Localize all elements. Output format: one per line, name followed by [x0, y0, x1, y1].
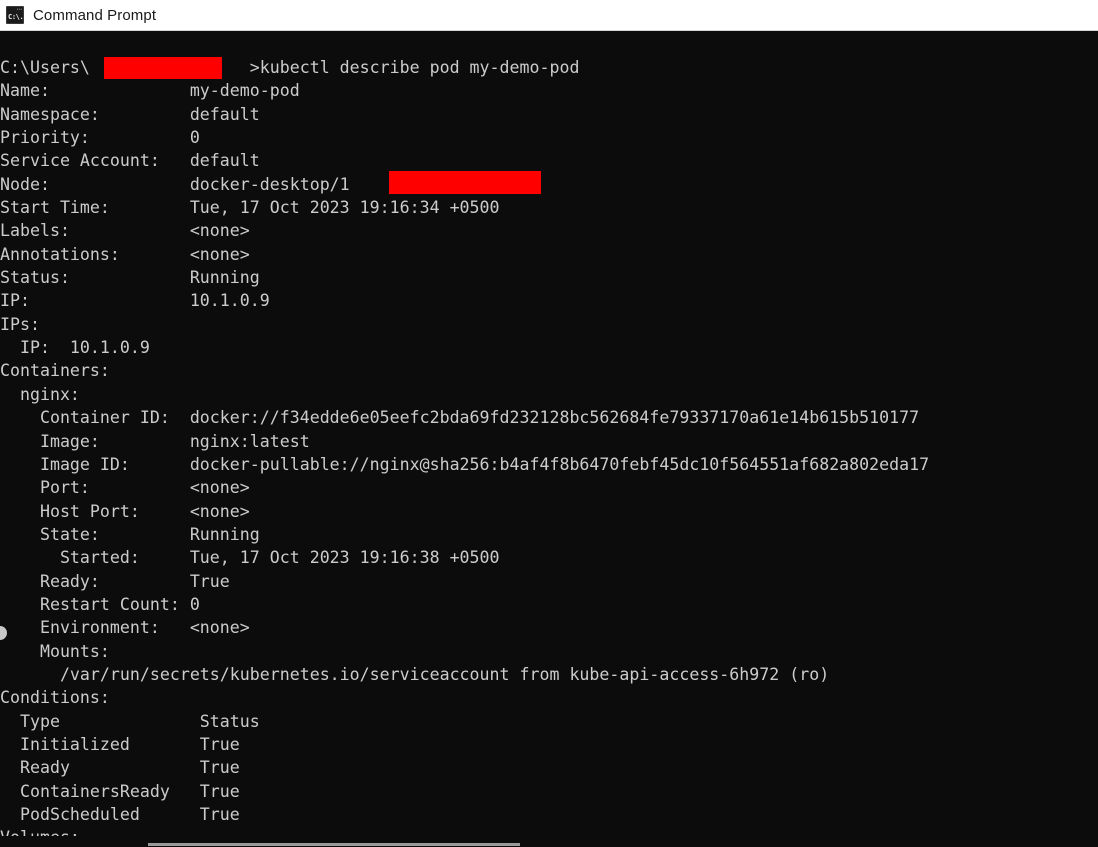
- console-line: IP: 10.1.0.9: [0, 291, 270, 311]
- console-line: Mounts:: [0, 641, 110, 661]
- redaction-box-username: [104, 57, 222, 79]
- horizontal-scrollbar-thumb[interactable]: [148, 843, 520, 846]
- console-line: Containers:: [0, 361, 110, 381]
- console-line: IP: 10.1.0.9: [0, 338, 150, 358]
- console-text: C:\Users\ >kubectl describe pod my-demo-…: [0, 31, 929, 847]
- redaction-box-node-ip: [389, 171, 541, 194]
- console-line: PodScheduled True: [0, 805, 240, 824]
- console-line: Ready: True: [0, 571, 230, 591]
- console-line: Start Time: Tue, 17 Oct 2023 19:16:34 +0…: [0, 198, 500, 218]
- console-line: State: Running: [0, 524, 260, 544]
- console-line: Container ID: docker://f34edde6e05eefc2b…: [0, 408, 920, 428]
- console-line: Type Status: [0, 711, 260, 731]
- console-line: Name: my-demo-pod: [0, 81, 300, 101]
- console-line: Restart Count: 0: [0, 594, 200, 614]
- console-line: Annotations: <none>: [0, 244, 250, 264]
- icon-prompt-glyph: C:\.: [7, 11, 24, 23]
- console-line: ContainersReady True: [0, 781, 240, 801]
- console-line: Port: <none>: [0, 478, 250, 498]
- console-line: /var/run/secrets/kubernetes.io/serviceac…: [0, 664, 830, 684]
- console-output-area[interactable]: C:\Users\ >kubectl describe pod my-demo-…: [0, 31, 1098, 847]
- console-line: Ready True: [0, 758, 240, 778]
- console-line: Conditions:: [0, 688, 110, 708]
- command-prompt-icon: ••• C:\.: [6, 6, 24, 24]
- console-line: Host Port: <none>: [0, 501, 250, 521]
- console-line: Started: Tue, 17 Oct 2023 19:16:38 +0500: [0, 548, 500, 568]
- window-title: Command Prompt: [33, 6, 157, 24]
- console-line: Labels: <none>: [0, 221, 250, 241]
- console-line: Status: Running: [0, 268, 260, 288]
- console-line: Image: nginx:latest: [0, 431, 310, 451]
- console-line: Environment: <none>: [0, 618, 250, 638]
- console-line: Service Account: default: [0, 151, 260, 171]
- console-line: Image ID: docker-pullable://nginx@sha256…: [0, 454, 930, 474]
- console-line: Initialized True: [0, 734, 240, 754]
- console-line: Priority: 0: [0, 128, 200, 148]
- window-title-bar[interactable]: ••• C:\. Command Prompt: [0, 0, 1098, 31]
- console-line: nginx:: [0, 384, 80, 404]
- console-line: IPs:: [0, 314, 40, 334]
- console-line: Namespace: default: [0, 104, 260, 124]
- horizontal-scrollbar[interactable]: [0, 836, 1098, 847]
